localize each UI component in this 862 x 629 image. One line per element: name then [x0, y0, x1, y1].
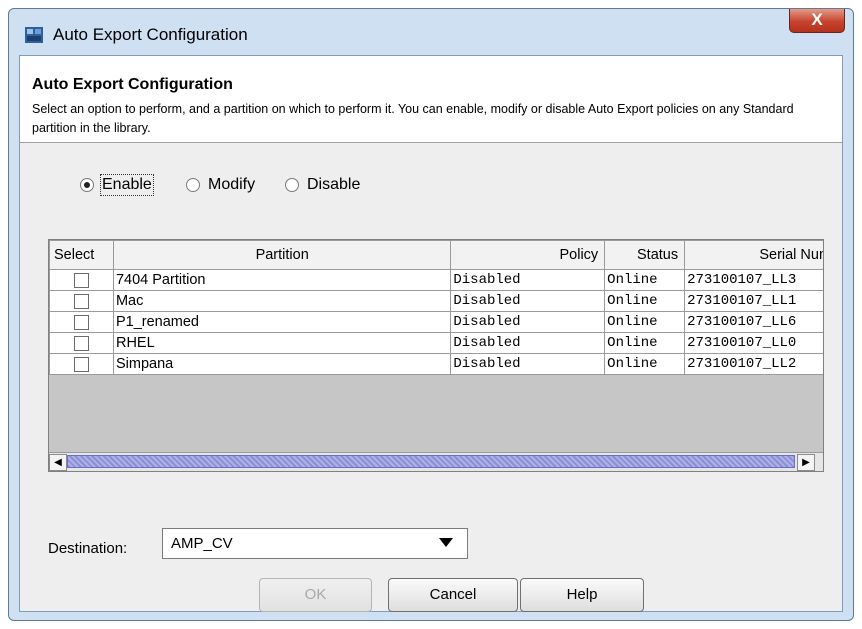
radio-enable[interactable]: Enable	[80, 174, 154, 196]
serial-cell: 273100107_LL1	[684, 290, 823, 312]
destination-select[interactable]: AMP_CV	[162, 528, 468, 559]
partition-cell: RHEL	[112, 332, 452, 354]
close-button[interactable]: X	[789, 9, 845, 33]
scroll-left-icon[interactable]: ◀	[49, 454, 67, 471]
table-header-row: Select Partition Policy Status Serial Nu…	[49, 240, 823, 270]
status-cell: Online	[604, 311, 686, 333]
header-panel: Auto Export Configuration Select an opti…	[20, 56, 842, 143]
close-icon: X	[811, 10, 823, 29]
row-checkbox[interactable]	[73, 356, 89, 372]
title-bar[interactable]: Auto Export Configuration X	[9, 9, 853, 55]
app-icon	[25, 27, 43, 43]
radio-modify[interactable]: Modify	[186, 176, 255, 194]
row-checkbox[interactable]	[73, 293, 89, 309]
help-button[interactable]: Help	[520, 578, 644, 612]
radio-enable-label[interactable]: Enable	[100, 174, 154, 196]
partition-cell: Mac	[112, 290, 452, 312]
radio-enable-circle[interactable]	[80, 178, 94, 192]
partition-table: Select Partition Policy Status Serial Nu…	[48, 239, 824, 472]
column-header-select[interactable]: Select	[49, 240, 114, 270]
row-checkbox[interactable]	[73, 272, 89, 288]
window-title: Auto Export Configuration	[53, 25, 248, 44]
partition-cell: Simpana	[112, 353, 452, 375]
policy-cell: Disabled	[450, 269, 606, 291]
row-checkbox[interactable]	[73, 335, 89, 351]
policy-cell: Disabled	[450, 332, 606, 354]
radio-modify-label[interactable]: Modify	[208, 176, 255, 194]
status-cell: Online	[604, 269, 686, 291]
policy-cell: Disabled	[450, 353, 606, 375]
serial-cell: 273100107_LL0	[684, 332, 823, 354]
table-row[interactable]: 7404 Partition Disabled Online 273100107…	[49, 269, 823, 291]
column-header-policy[interactable]: Policy	[450, 240, 606, 270]
serial-cell: 273100107_LL3	[684, 269, 823, 291]
status-cell: Online	[604, 332, 686, 354]
table-row[interactable]: Simpana Disabled Online 273100107_LL2	[49, 353, 823, 375]
column-header-serial-number[interactable]: Serial Number	[684, 240, 823, 270]
select-cell[interactable]	[49, 332, 114, 354]
select-cell[interactable]	[49, 290, 114, 312]
status-cell: Online	[604, 290, 686, 312]
header-description: Select an option to perform, and a parti…	[32, 102, 794, 135]
cancel-button[interactable]: Cancel	[388, 578, 518, 612]
destination-value: AMP_CV	[171, 535, 233, 552]
partition-cell: 7404 Partition	[112, 269, 452, 291]
select-cell[interactable]	[49, 311, 114, 333]
radio-modify-circle[interactable]	[186, 178, 200, 192]
select-cell[interactable]	[49, 353, 114, 375]
select-cell[interactable]	[49, 269, 114, 291]
scroll-thumb[interactable]	[67, 455, 795, 468]
scroll-right-icon[interactable]: ▶	[797, 454, 815, 471]
partition-cell: P1_renamed	[112, 311, 452, 333]
destination-label: Destination:	[48, 540, 128, 557]
table-row[interactable]: P1_renamed Disabled Online 273100107_LL6	[49, 311, 823, 333]
horizontal-scrollbar[interactable]: ◀ ▶	[49, 452, 823, 471]
status-cell: Online	[604, 353, 686, 375]
radio-disable-label[interactable]: Disable	[307, 176, 360, 194]
column-header-status[interactable]: Status	[604, 240, 686, 270]
table-row[interactable]: Mac Disabled Online 273100107_LL1	[49, 290, 823, 312]
row-checkbox[interactable]	[73, 314, 89, 330]
policy-cell: Disabled	[450, 311, 606, 333]
dialog-body: Auto Export Configuration Select an opti…	[19, 55, 843, 612]
radio-disable[interactable]: Disable	[285, 176, 360, 194]
header-title: Auto Export Configuration	[32, 76, 233, 93]
ok-button[interactable]: OK	[259, 578, 372, 612]
table-row[interactable]: RHEL Disabled Online 273100107_LL0	[49, 332, 823, 354]
chevron-down-icon[interactable]	[439, 538, 453, 547]
serial-cell: 273100107_LL6	[684, 311, 823, 333]
serial-cell: 273100107_LL2	[684, 353, 823, 375]
radio-disable-circle[interactable]	[285, 178, 299, 192]
policy-cell: Disabled	[450, 290, 606, 312]
column-header-partition[interactable]: Partition	[112, 240, 452, 270]
dialog-window: Auto Export Configuration X Auto Export …	[8, 8, 854, 621]
